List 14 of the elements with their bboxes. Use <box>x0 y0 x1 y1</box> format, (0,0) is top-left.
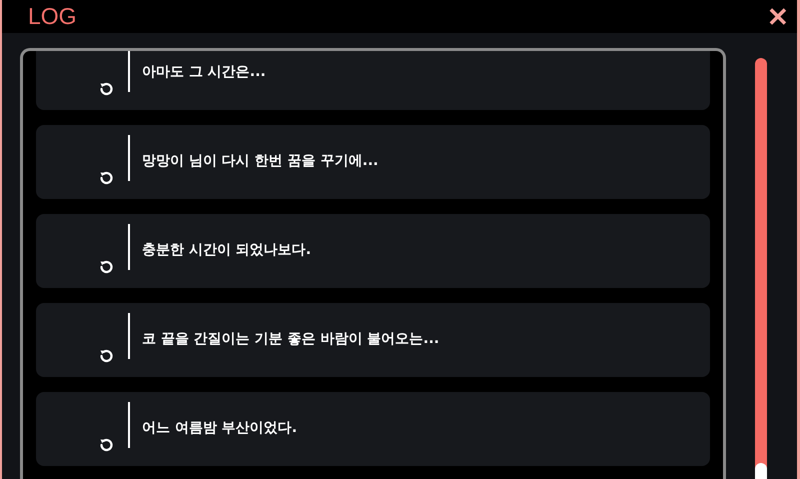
log-text: 망망이 님이 다시 한번 꿈을 꾸기에... <box>142 152 378 170</box>
log-text: 아마도 그 시간은... <box>142 63 266 81</box>
replay-icon[interactable] <box>98 170 114 186</box>
replay-icon[interactable] <box>98 81 114 97</box>
window-title: LOG <box>28 3 77 30</box>
replay-icon[interactable] <box>98 348 114 364</box>
log-text: 코 끝을 간질이는 기분 좋은 바람이 불어오는... <box>142 330 440 348</box>
scroll-thumb[interactable] <box>755 463 767 479</box>
log-text: 충분한 시간이 되었나보다. <box>142 241 312 259</box>
replay-icon[interactable] <box>98 259 114 275</box>
replay-icon[interactable] <box>98 437 114 453</box>
log-text: 어느 여름밤 부산이었다. <box>142 419 298 437</box>
scrollbar[interactable] <box>755 58 767 479</box>
close-button[interactable]: ✕ <box>767 4 789 30</box>
